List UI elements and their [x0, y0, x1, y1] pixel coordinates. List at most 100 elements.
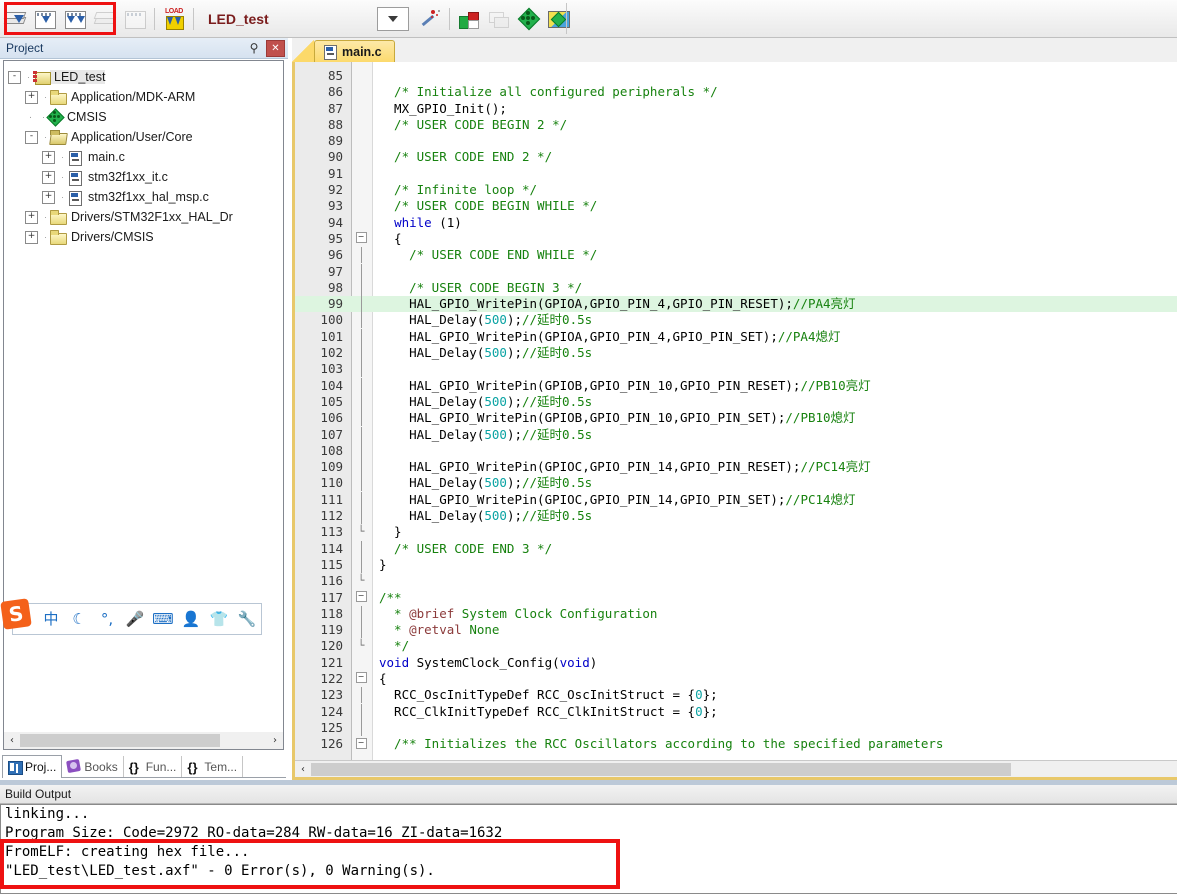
expand-icon[interactable]: + — [42, 150, 55, 164]
tree-item-stm32f1xx-it-c[interactable]: + · stm32f1xx_it.c — [8, 167, 283, 187]
fold-marker[interactable] — [354, 459, 368, 476]
rebuild-all-button[interactable] — [60, 4, 90, 34]
fold-collapse-icon[interactable]: − — [355, 672, 367, 684]
code-line-92[interactable]: 92 /* Infinite loop */ — [295, 182, 1177, 198]
code-line-114[interactable]: 114 /* USER CODE END 3 */ — [295, 540, 1177, 557]
code-line-118[interactable]: 118 * @brief System Clock Configuration — [295, 605, 1177, 622]
soft-keyboard-icon[interactable]: ⌨ — [149, 605, 177, 633]
code-line-116[interactable]: 116 └ — [295, 573, 1177, 589]
fold-marker[interactable] — [354, 442, 368, 459]
microphone-icon[interactable]: 🎤 — [121, 605, 149, 633]
code-line-101[interactable]: 101 HAL_GPIO_WritePin(GPIOA,GPIO_PIN_4,G… — [295, 328, 1177, 345]
settings-wrench-icon[interactable]: 🔧 — [233, 605, 261, 633]
code-line-91[interactable]: 91 — [295, 166, 1177, 182]
fold-marker[interactable]: − — [354, 671, 368, 687]
scroll-right-arrow-icon[interactable]: › — [267, 735, 283, 746]
configure-target-button[interactable] — [415, 4, 445, 34]
fold-marker[interactable] — [354, 703, 368, 720]
pack-installer-button[interactable] — [544, 4, 574, 34]
cmsis-config-button[interactable] — [514, 4, 544, 34]
fold-marker[interactable]: − — [354, 736, 368, 752]
fold-marker[interactable]: └ — [354, 573, 368, 589]
translate-file-button[interactable] — [0, 4, 30, 34]
tree-item-main-c[interactable]: + · main.c — [8, 147, 283, 167]
fold-marker[interactable] — [354, 393, 368, 410]
scroll-left-arrow-icon[interactable]: ‹ — [4, 735, 20, 746]
code-line-109[interactable]: 109 HAL_GPIO_WritePin(GPIOC,GPIO_PIN_14,… — [295, 459, 1177, 476]
code-line-95[interactable]: 95− { — [295, 231, 1177, 247]
fold-collapse-icon[interactable]: − — [355, 737, 367, 749]
code-view[interactable]: 85 86 /* Initialize all configured periph… — [295, 62, 1177, 760]
tree-item-drivers-stm32f1xx-hal-dr[interactable]: + · Drivers/STM32F1xx_HAL_Dr — [8, 207, 283, 227]
code-line-99[interactable]: 99 HAL_GPIO_WritePin(GPIOA,GPIO_PIN_4,GP… — [295, 296, 1177, 313]
fold-marker[interactable] — [354, 605, 368, 622]
skin-icon[interactable]: 👕 — [205, 605, 233, 633]
punctuation-icon[interactable]: °, — [93, 605, 121, 633]
code-line-102[interactable]: 102 HAL_Delay(500);//延时0.5s — [295, 345, 1177, 362]
fold-marker[interactable] — [354, 279, 368, 296]
manage-components-button[interactable] — [484, 4, 514, 34]
panel-tab-fun[interactable]: {} Fun... — [124, 756, 183, 777]
tab-main-c[interactable]: main.c — [314, 40, 395, 63]
code-line-111[interactable]: 111 HAL_GPIO_WritePin(GPIOC,GPIO_PIN_14,… — [295, 491, 1177, 508]
build-output-console[interactable]: linking... Program Size: Code=2972 RO-dat… — [0, 804, 1177, 894]
panel-tab-books[interactable]: Books — [62, 756, 124, 777]
tree-item-stm32f1xx-hal-msp-c[interactable]: + · stm32f1xx_hal_msp.c — [8, 187, 283, 207]
target-selector-dropdown[interactable] — [376, 6, 409, 31]
editor-scroll-thumb[interactable] — [311, 763, 1011, 776]
download-button[interactable]: LOAD — [159, 4, 189, 34]
expand-icon[interactable]: + — [25, 90, 38, 104]
code-line-104[interactable]: 104 HAL_GPIO_WritePin(GPIOB,GPIO_PIN_10,… — [295, 377, 1177, 394]
code-line-115[interactable]: 115} — [295, 556, 1177, 573]
fold-marker[interactable] — [354, 540, 368, 557]
fold-marker[interactable] — [354, 410, 368, 427]
tree-item-application-mdk-arm[interactable]: + · Application/MDK-ARM — [8, 87, 283, 107]
expand-icon[interactable]: + — [25, 210, 38, 224]
editor-scroll-left-arrow-icon[interactable]: ‹ — [295, 764, 311, 775]
code-line-120[interactable]: 120 └ */ — [295, 638, 1177, 654]
panel-tab-tem[interactable]: {} Tem... — [182, 756, 244, 777]
tree-item-drivers-cmsis[interactable]: + · Drivers/CMSIS — [8, 227, 283, 247]
tree-item-application-user-core[interactable]: - · Application/User/Core — [8, 127, 283, 147]
fold-marker[interactable] — [354, 687, 368, 704]
code-line-126[interactable]: 126− /** Initializes the RCC Oscillators… — [295, 736, 1177, 752]
editor-horizontal-scrollbar[interactable]: ‹ — [295, 760, 1177, 777]
fold-marker[interactable]: − — [354, 231, 368, 247]
fold-marker[interactable] — [354, 622, 368, 639]
fold-marker[interactable] — [354, 426, 368, 443]
expand-icon[interactable]: + — [25, 230, 38, 244]
expand-icon[interactable]: + — [42, 170, 55, 184]
code-line-119[interactable]: 119 * @retval None — [295, 622, 1177, 639]
code-line-117[interactable]: 117 − /** — [295, 590, 1177, 606]
code-line-85[interactable]: 85 — [295, 68, 1177, 84]
code-line-86[interactable]: 86 /* Initialize all configured peripher… — [295, 84, 1177, 100]
fold-marker[interactable] — [354, 719, 368, 736]
code-line-93[interactable]: 93 /* USER CODE BEGIN WHILE */ — [295, 198, 1177, 214]
target-options-button[interactable] — [454, 4, 484, 34]
fold-marker[interactable] — [354, 328, 368, 345]
fold-marker[interactable] — [354, 377, 368, 394]
code-line-97[interactable]: 97 — [295, 263, 1177, 280]
code-line-89[interactable]: 89 — [295, 133, 1177, 149]
fold-marker[interactable] — [354, 263, 368, 280]
batch-build-button[interactable] — [90, 4, 120, 34]
code-editor[interactable]: 85 86 /* Initialize all configured periph… — [292, 62, 1177, 780]
code-line-90[interactable]: 90 /* USER CODE END 2 */ — [295, 149, 1177, 165]
code-line-107[interactable]: 107 HAL_Delay(500);//延时0.5s — [295, 426, 1177, 443]
scroll-track[interactable] — [20, 734, 267, 747]
code-line-88[interactable]: 88 /* USER CODE BEGIN 2 */ — [295, 117, 1177, 133]
code-line-123[interactable]: 123 RCC_OscInitTypeDef RCC_OscInitStruct… — [295, 687, 1177, 704]
pin-icon[interactable]: ⚲ — [246, 40, 262, 56]
code-line-103[interactable]: 103 — [295, 361, 1177, 378]
fold-marker[interactable] — [354, 247, 368, 264]
fold-marker[interactable] — [354, 312, 368, 329]
fold-marker[interactable] — [354, 508, 368, 525]
collapse-icon[interactable]: - — [8, 70, 21, 84]
user-icon[interactable]: 👤 — [177, 605, 205, 633]
code-line-100[interactable]: 100 HAL_Delay(500);//延时0.5s — [295, 312, 1177, 329]
fold-marker[interactable] — [354, 345, 368, 362]
fold-marker[interactable]: − — [354, 590, 368, 606]
code-line-124[interactable]: 124 RCC_ClkInitTypeDef RCC_ClkInitStruct… — [295, 703, 1177, 720]
panel-tab-proj[interactable]: Proj... — [2, 755, 63, 778]
code-line-125[interactable]: 125 — [295, 719, 1177, 736]
